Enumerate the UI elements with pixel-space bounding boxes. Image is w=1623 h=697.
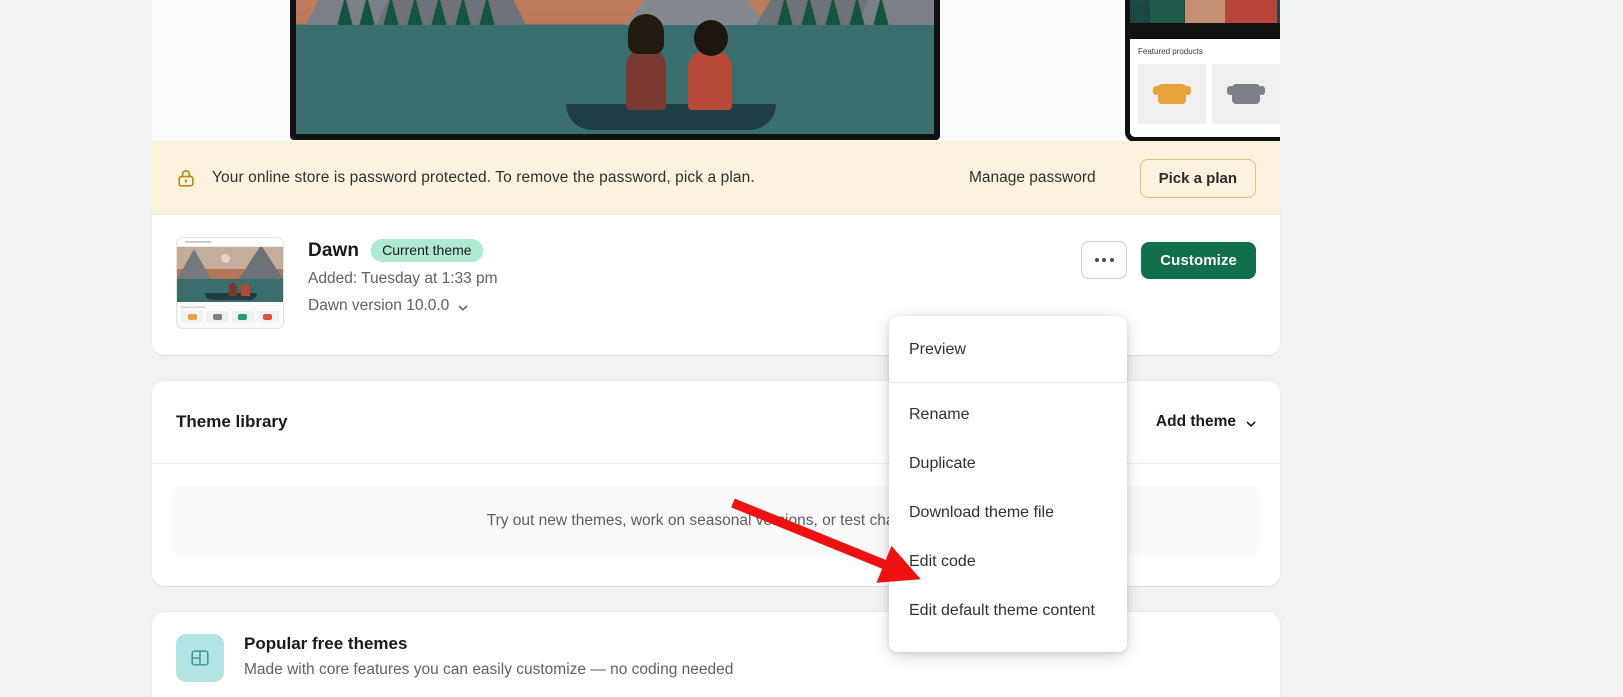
sun-shape — [221, 254, 230, 263]
product-tile — [231, 311, 254, 322]
manage-password-link[interactable]: Manage password — [969, 169, 1096, 187]
popular-free-themes-subtitle: Made with core features you can easily c… — [244, 661, 734, 678]
theme-preview-canvas: Shop all Featured products — [152, 0, 1280, 141]
add-theme-label: Add theme — [1155, 413, 1236, 430]
mobile-preview-mockup: Shop all Featured products — [1125, 0, 1280, 141]
theme-name: Dawn — [308, 239, 360, 261]
person-shape — [229, 283, 237, 296]
theme-preview-panel: Shop all Featured products — [152, 0, 1280, 141]
mobile-featured-section: Featured products — [1130, 39, 1280, 137]
person-shape — [241, 284, 250, 296]
thumbnail-product-row — [181, 311, 279, 322]
menu-item-edit-code[interactable]: Edit code — [889, 537, 1127, 586]
shirt-icon — [1227, 84, 1265, 104]
desktop-preview-screen — [296, 0, 934, 134]
product-tile[interactable] — [1138, 64, 1206, 124]
ellipsis-icon — [1109, 258, 1114, 262]
theme-version-disclosure[interactable]: Dawn version 10.0.0 — [308, 297, 1081, 315]
desktop-preview-mockup — [290, 0, 940, 140]
banner-message: Your online store is password protected.… — [212, 169, 755, 186]
menu-separator — [889, 382, 1127, 383]
popular-free-themes-title: Popular free themes — [244, 634, 408, 653]
mobile-hero: Shop all — [1130, 0, 1280, 23]
pick-a-plan-button[interactable]: Pick a plan — [1139, 158, 1256, 198]
current-theme-badge: Current theme — [371, 239, 483, 263]
current-theme-actions: Customize — [1081, 237, 1256, 279]
mobile-section-title: Featured products — [1138, 47, 1203, 56]
themes-icon — [176, 634, 224, 682]
theme-library-title: Theme library — [176, 412, 288, 431]
theme-settings-page: Shop all Featured products Y — [0, 0, 1623, 697]
product-tile[interactable] — [1212, 64, 1280, 124]
theme-thumbnail[interactable]: Featured products — [176, 237, 284, 329]
person-shape — [1225, 0, 1277, 23]
popular-free-themes-text: Popular free themes Made with core featu… — [244, 634, 733, 682]
ellipsis-icon — [1094, 258, 1099, 262]
thumbnail-footer: Featured products — [177, 302, 283, 328]
theme-added-date: Added: Tuesday at 1:33 pm — [308, 270, 498, 288]
shirt-icon — [263, 313, 273, 320]
theme-actions-menu: Preview Rename Duplicate Download theme … — [889, 316, 1127, 652]
product-tile — [206, 311, 229, 322]
person-hair — [694, 20, 728, 56]
person-shape — [626, 48, 666, 110]
shirt-icon — [1153, 84, 1191, 104]
menu-item-preview[interactable]: Preview — [889, 325, 1127, 374]
mountain-shape — [239, 247, 283, 279]
chevron-down-icon — [457, 301, 468, 312]
person-shape — [1185, 0, 1225, 23]
theme-more-actions-button[interactable] — [1081, 241, 1128, 279]
thumbnail-featured-label: Featured products — [181, 305, 206, 309]
menu-item-rename[interactable]: Rename — [889, 390, 1127, 439]
mountain-shape — [856, 0, 934, 25]
person-shape — [688, 50, 732, 110]
thumbnail-hero — [177, 247, 283, 302]
mountain-shape — [177, 248, 211, 279]
person-shape — [1150, 0, 1184, 23]
shirt-icon — [238, 313, 248, 320]
menu-item-edit-default-theme-content[interactable]: Edit default theme content — [889, 586, 1127, 635]
lock-icon — [176, 168, 196, 188]
current-theme-info: Dawn Current theme Added: Tuesday at 1:3… — [308, 237, 1081, 315]
shirt-icon — [187, 313, 197, 320]
chevron-down-icon — [1245, 417, 1256, 428]
theme-version-label: Dawn version 10.0.0 — [308, 297, 450, 315]
person-hair — [628, 14, 664, 54]
mobile-product-grid — [1138, 64, 1280, 124]
ellipsis-icon — [1102, 258, 1107, 262]
boat-shape — [566, 104, 776, 130]
password-protected-banner: Your online store is password protected.… — [152, 141, 1280, 215]
customize-button[interactable]: Customize — [1141, 241, 1256, 279]
product-tile — [256, 311, 279, 322]
add-theme-button[interactable]: Add theme — [1156, 413, 1256, 431]
thumbnail-header-bar — [177, 238, 283, 247]
menu-item-download-theme-file[interactable]: Download theme file — [889, 488, 1127, 537]
menu-item-duplicate[interactable]: Duplicate — [889, 439, 1127, 488]
shirt-icon — [212, 313, 222, 320]
theme-title-row: Dawn Current theme — [308, 239, 1081, 263]
product-tile — [181, 311, 204, 322]
